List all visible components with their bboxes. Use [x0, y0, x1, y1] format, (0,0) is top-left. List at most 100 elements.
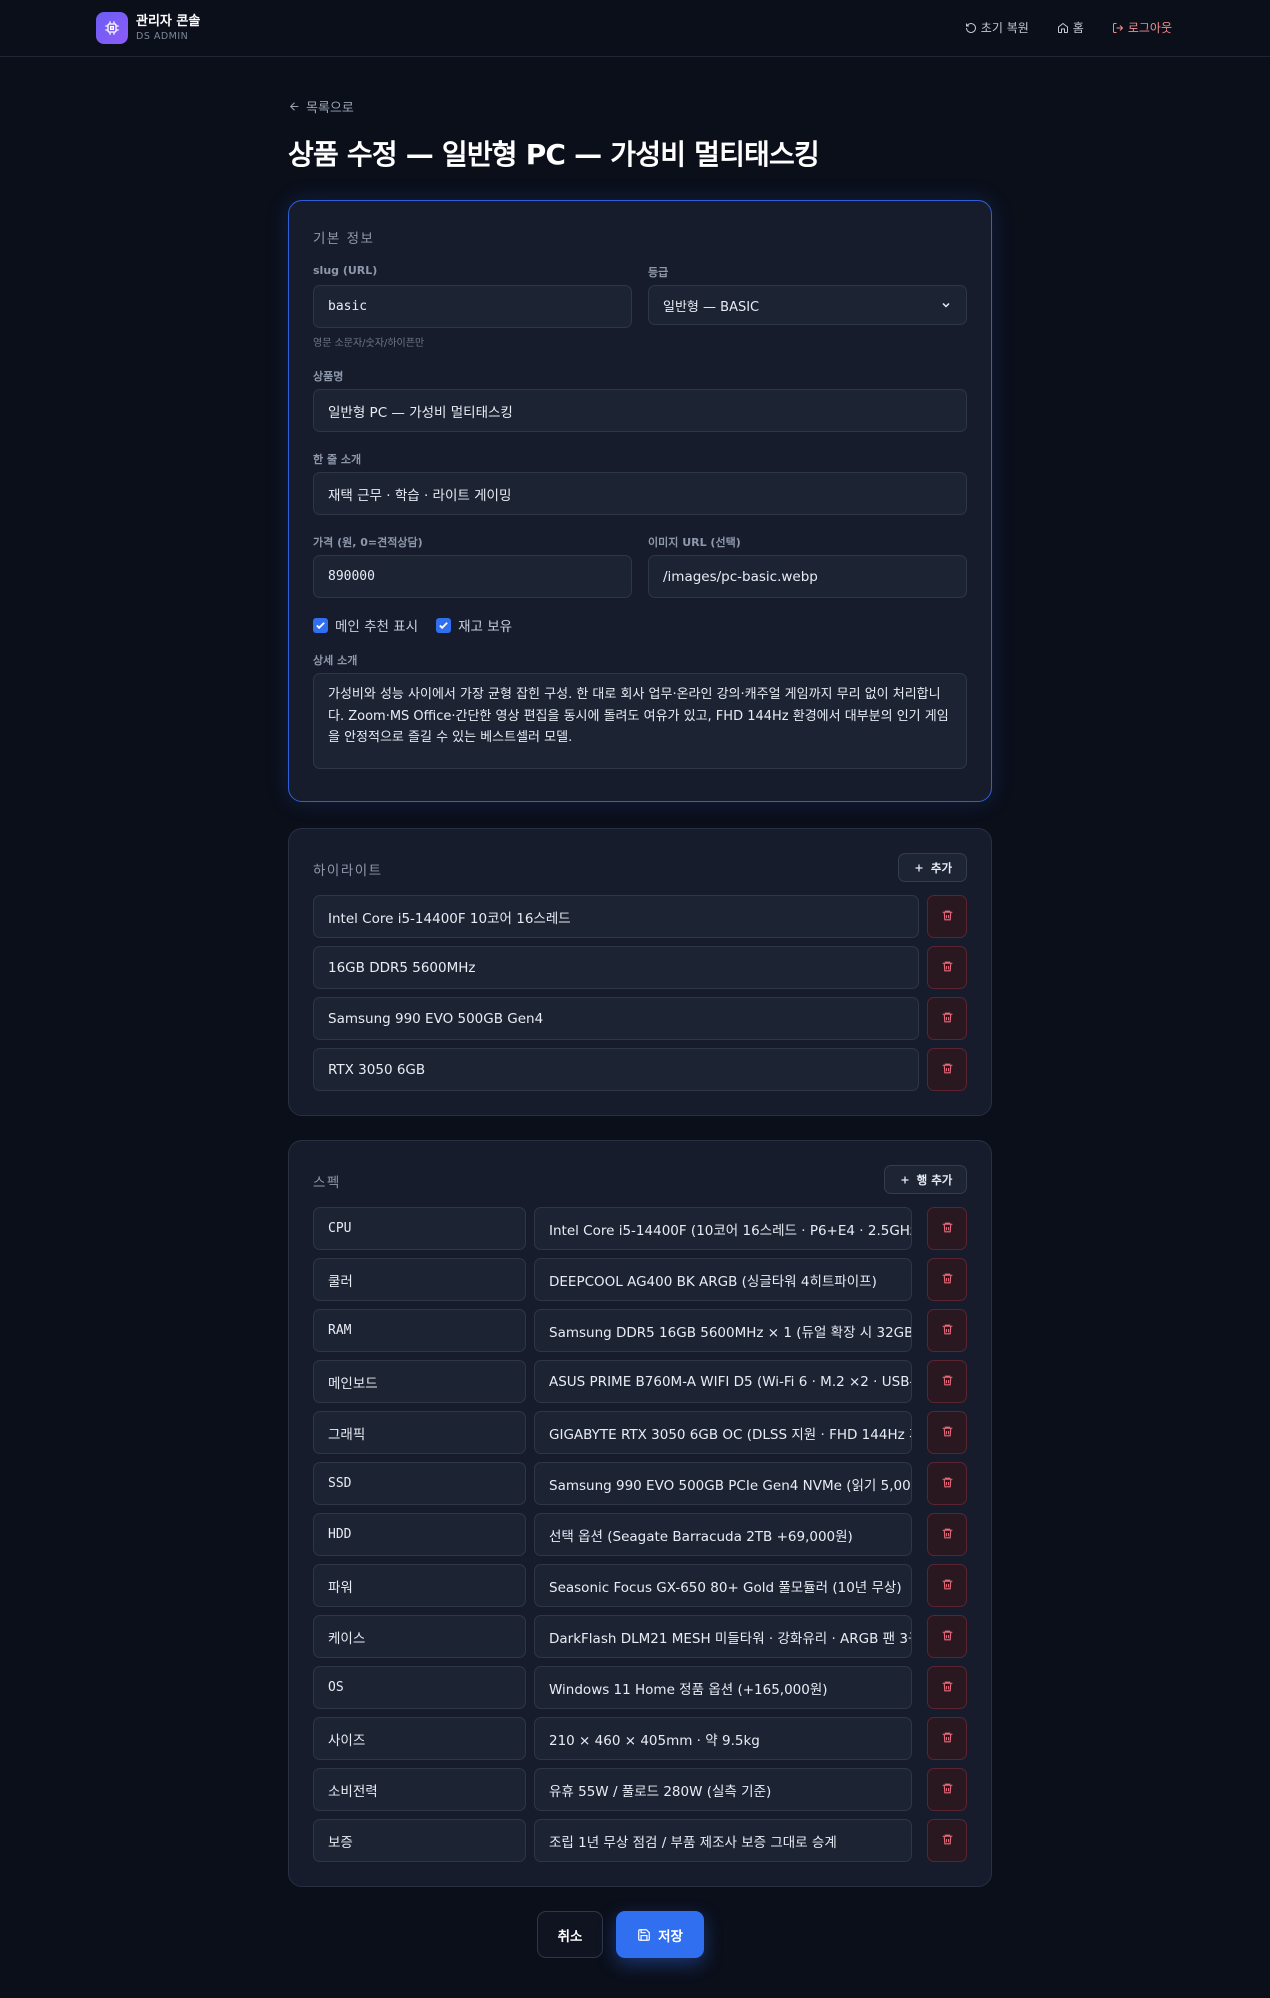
spec-value-input[interactable]: 선택 옵션 (Seagate Barracuda 2TB +69,000원) — [534, 1513, 912, 1556]
brand[interactable]: 관리자 콘솔 DS ADMIN — [96, 12, 200, 44]
slug-hint: 영문 소문자/숫자/하이픈만 — [313, 338, 425, 349]
delete-spec-row-button[interactable] — [927, 1768, 967, 1811]
spec-key-input[interactable]: RAM — [313, 1309, 526, 1352]
spec-value-input[interactable]: 유휴 55W / 풀로드 280W (실측 기준) — [534, 1768, 912, 1811]
add-highlight-button[interactable]: 추가 — [898, 853, 967, 882]
section-title-basic: 기본 정보 — [313, 231, 375, 247]
delete-spec-row-button[interactable] — [927, 1258, 967, 1301]
trash-icon — [941, 1576, 954, 1595]
spec-key-input[interactable]: CPU — [313, 1207, 526, 1250]
highlight-input[interactable]: Intel Core i5-14400F 10코어 16스레드 — [313, 895, 919, 938]
spec-key-input[interactable]: 소비전력 — [313, 1768, 526, 1811]
name-label: 상품명 — [313, 370, 344, 383]
delete-spec-row-button[interactable] — [927, 1513, 967, 1556]
spec-row: SSD Samsung 990 EVO 500GB PCIe Gen4 NVMe … — [313, 1462, 967, 1505]
spec-row: 소비전력 유휴 55W / 풀로드 280W (실측 기준) — [313, 1768, 967, 1811]
trash-icon — [941, 1009, 954, 1028]
spec-value-input[interactable]: Samsung DDR5 16GB 5600MHz × 1 (듀얼 확장 시 3… — [534, 1309, 912, 1352]
in-stock-label: 재고 보유 — [458, 619, 513, 635]
trash-icon — [941, 1474, 954, 1493]
home-link[interactable]: 홈 — [1057, 19, 1084, 36]
spec-value-input[interactable]: Intel Core i5-14400F (10코어 16스레드 · P6+E4… — [534, 1207, 912, 1250]
delete-spec-row-button[interactable] — [927, 1564, 967, 1607]
delete-spec-row-button[interactable] — [927, 1360, 967, 1403]
spec-key-input[interactable]: OS — [313, 1666, 526, 1709]
highlight-row: Intel Core i5-14400F 10코어 16스레드 — [313, 895, 967, 938]
detail-textarea[interactable]: 가성비와 성능 사이에서 가장 균형 잡힌 구성. 한 대로 회사 업무·온라인… — [313, 673, 967, 769]
spec-row: RAM Samsung DDR5 16GB 5600MHz × 1 (듀얼 확장 … — [313, 1309, 967, 1352]
save-button[interactable]: 저장 — [616, 1911, 704, 1958]
spec-value-input[interactable]: GIGABYTE RTX 3050 6GB OC (DLSS 지원 · FHD … — [534, 1411, 912, 1454]
cancel-button[interactable]: 취소 — [537, 1911, 603, 1958]
featured-checkbox[interactable]: 메인 추천 표시 — [313, 615, 418, 635]
delete-spec-row-button[interactable] — [927, 1666, 967, 1709]
spec-value-input[interactable]: Samsung 990 EVO 500GB PCIe Gen4 NVMe (읽기… — [534, 1462, 912, 1505]
image-url-input[interactable]: /images/pc-basic.webp — [648, 555, 967, 598]
delete-spec-row-button[interactable] — [927, 1615, 967, 1658]
delete-highlight-button[interactable] — [927, 1048, 967, 1091]
spec-row: 보증 조립 1년 무상 점검 / 부품 제조사 보증 그대로 승계 — [313, 1819, 967, 1862]
app-subtitle: DS ADMIN — [136, 31, 189, 42]
delete-spec-row-button[interactable] — [927, 1207, 967, 1250]
spec-key-input[interactable]: 사이즈 — [313, 1717, 526, 1760]
slug-label: slug (URL) — [313, 264, 378, 277]
chip-icon — [96, 12, 128, 44]
spec-key-input[interactable]: 쿨러 — [313, 1258, 526, 1301]
grade-select[interactable]: 일반형 — BASIC — [648, 285, 967, 325]
checkbox-group: 메인 추천 표시 재고 보유 — [313, 615, 512, 635]
trash-icon — [941, 1060, 954, 1079]
trash-icon — [941, 1627, 954, 1646]
delete-spec-row-button[interactable] — [927, 1717, 967, 1760]
price-input[interactable]: 890000 — [313, 555, 632, 598]
highlight-input[interactable]: 16GB DDR5 5600MHz — [313, 946, 919, 989]
spec-value-input[interactable]: 210 × 460 × 405mm · 약 9.5kg — [534, 1717, 912, 1760]
delete-highlight-button[interactable] — [927, 895, 967, 938]
spec-value-input[interactable]: Seasonic Focus GX-650 80+ Gold 풀모듈러 (10년… — [534, 1564, 912, 1607]
highlight-input[interactable]: RTX 3050 6GB — [313, 1048, 919, 1091]
delete-highlight-button[interactable] — [927, 946, 967, 989]
trash-icon — [941, 907, 954, 926]
delete-spec-row-button[interactable] — [927, 1819, 967, 1862]
spec-key-input[interactable]: 파워 — [313, 1564, 526, 1607]
spec-value-input[interactable]: 조립 1년 무상 점검 / 부품 제조사 보증 그대로 승계 — [534, 1819, 912, 1862]
spec-key-input[interactable]: 케이스 — [313, 1615, 526, 1658]
spec-value-input[interactable]: ASUS PRIME B760M-A WIFI D5 (Wi-Fi 6 · M.… — [534, 1360, 912, 1403]
logout-icon — [1112, 22, 1124, 33]
delete-highlight-button[interactable] — [927, 997, 967, 1040]
back-label: 목록으로 — [306, 101, 354, 116]
spec-card: 스펙 행 추가 CPU Intel Core i5-14400F (10코어 16… — [288, 1140, 992, 1887]
grade-value: 일반형 — BASIC — [663, 299, 760, 315]
in-stock-checkbox[interactable]: 재고 보유 — [436, 615, 512, 635]
spec-key-input[interactable]: 그래픽 — [313, 1411, 526, 1454]
delete-spec-row-button[interactable] — [927, 1411, 967, 1454]
delete-spec-row-button[interactable] — [927, 1309, 967, 1352]
section-title-spec: 스펙 — [313, 1175, 341, 1191]
trash-icon — [941, 958, 954, 977]
tagline-input[interactable]: 재택 근무 · 학습 · 라이트 게이밍 — [313, 472, 967, 515]
slug-input[interactable]: basic — [313, 285, 632, 328]
spec-key-input[interactable]: 보증 — [313, 1819, 526, 1862]
spec-row: HDD 선택 옵션 (Seagate Barracuda 2TB +69,000원… — [313, 1513, 967, 1556]
spec-value-input[interactable]: DarkFlash DLM21 MESH 미들타워 · 강화유리 · ARGB … — [534, 1615, 912, 1658]
app-title: 관리자 콘솔 — [136, 14, 201, 29]
spec-key-input[interactable]: HDD — [313, 1513, 526, 1556]
spec-row: 사이즈 210 × 460 × 405mm · 약 9.5kg — [313, 1717, 967, 1760]
spec-value-input[interactable]: DEEPCOOL AG400 BK ARGB (싱글타워 4히트파이프) — [534, 1258, 912, 1301]
reset-link[interactable]: 초기 복원 — [965, 19, 1029, 36]
spec-row: CPU Intel Core i5-14400F (10코어 16스레드 · P6… — [313, 1207, 967, 1250]
highlight-row: RTX 3050 6GB — [313, 1048, 967, 1091]
add-spec-row-button[interactable]: 행 추가 — [884, 1165, 967, 1194]
back-link[interactable]: 목록으로 — [288, 97, 354, 116]
tagline-label: 한 줄 소개 — [313, 453, 362, 466]
top-bar: 관리자 콘솔 DS ADMIN 초기 복원 홈 로그아웃 — [0, 0, 1270, 57]
spec-value-input[interactable]: Windows 11 Home 정품 옵션 (+165,000원) — [534, 1666, 912, 1709]
highlight-input[interactable]: Samsung 990 EVO 500GB Gen4 — [313, 997, 919, 1040]
page-title: 상품 수정 — 일반형 PC — 가성비 멀티태스킹 — [288, 138, 820, 171]
logout-link[interactable]: 로그아웃 — [1112, 19, 1172, 36]
name-input[interactable]: 일반형 PC — 가성비 멀티태스킹 — [313, 389, 967, 432]
delete-spec-row-button[interactable] — [927, 1462, 967, 1505]
plus-icon — [915, 864, 923, 871]
image-url-label: 이미지 URL (선택) — [648, 536, 741, 549]
spec-key-input[interactable]: 메인보드 — [313, 1360, 526, 1403]
spec-key-input[interactable]: SSD — [313, 1462, 526, 1505]
